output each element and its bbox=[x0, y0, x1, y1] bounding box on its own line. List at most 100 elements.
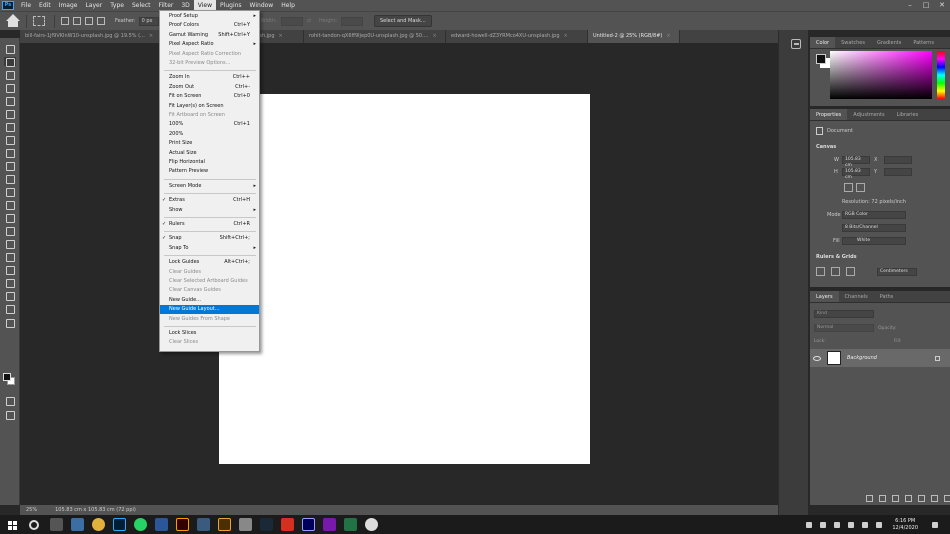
color-picker-field[interactable] bbox=[830, 51, 932, 99]
tab-gradients[interactable]: Gradients bbox=[871, 37, 907, 48]
layer-row[interactable]: Background bbox=[810, 349, 950, 367]
frame-tool-icon[interactable] bbox=[4, 109, 16, 119]
task-view-icon[interactable] bbox=[50, 518, 63, 531]
ruler-icon[interactable] bbox=[816, 267, 825, 276]
marquee-tool-icon[interactable] bbox=[33, 16, 45, 26]
view-menu-item-proof-colors[interactable]: Proof Colors Ctrl+Y bbox=[160, 21, 259, 30]
clock[interactable]: 6:16 PM 12/4/2020 bbox=[892, 518, 918, 532]
new-layer-icon[interactable] bbox=[931, 495, 938, 502]
mode-select[interactable]: RGB Color bbox=[842, 211, 906, 219]
excel-icon[interactable] bbox=[344, 518, 357, 531]
close-icon[interactable]: ✕ bbox=[934, 0, 950, 11]
feather-input[interactable]: 0 px bbox=[138, 16, 159, 26]
document-tab[interactable]: rohit-tandon-qX6ff9Ijep0U-unsplash.jpg @… bbox=[304, 30, 446, 43]
view-menu-item-rulers[interactable]: Rulers Ctrl+R ✓ bbox=[160, 220, 259, 229]
layer-filter-input[interactable]: Kind bbox=[814, 310, 874, 318]
acrobat-icon[interactable] bbox=[281, 518, 294, 531]
view-menu-item-snap-to[interactable]: Snap To ▸ bbox=[160, 244, 259, 253]
hue-slider[interactable] bbox=[937, 51, 945, 99]
notification-icon[interactable] bbox=[932, 521, 938, 528]
history-panel-icon[interactable] bbox=[791, 39, 801, 49]
photos-app-icon[interactable] bbox=[197, 518, 210, 531]
chevron-up-icon[interactable] bbox=[834, 521, 841, 528]
subtract-selection-icon[interactable] bbox=[85, 17, 93, 25]
app-icon[interactable] bbox=[365, 518, 378, 531]
view-menu-item-new-guide-layout[interactable]: New Guide Layout... bbox=[160, 305, 259, 315]
view-menu-item-gamut-warning[interactable]: Gamut Warning Shift+Ctrl+Y bbox=[160, 31, 259, 40]
swap-icon[interactable]: ⇄ bbox=[307, 18, 311, 24]
height-input[interactable] bbox=[341, 16, 364, 26]
adjustment-icon[interactable] bbox=[905, 495, 912, 502]
photoshop-icon[interactable] bbox=[113, 518, 126, 531]
crop-tool-icon[interactable] bbox=[4, 96, 16, 106]
home-icon[interactable] bbox=[6, 14, 20, 28]
search-icon[interactable] bbox=[29, 519, 39, 530]
view-menu-item-actual-size[interactable]: Actual Size bbox=[160, 149, 259, 158]
steam-icon[interactable] bbox=[260, 518, 273, 531]
canvas-area[interactable] bbox=[20, 43, 778, 505]
close-icon[interactable]: × bbox=[666, 33, 670, 39]
lock-icon[interactable] bbox=[935, 355, 940, 361]
add-selection-icon[interactable] bbox=[73, 17, 81, 25]
bit-depth-select[interactable]: 8 Bits/Channel bbox=[842, 224, 906, 232]
minimize-icon[interactable]: – bbox=[902, 0, 918, 11]
tray-app-icon[interactable] bbox=[806, 521, 813, 528]
view-menu-item-pattern-preview[interactable]: Pattern Preview bbox=[160, 167, 259, 176]
photoshop-logo-icon[interactable]: Ps bbox=[2, 1, 14, 10]
new-selection-icon[interactable] bbox=[61, 17, 69, 25]
rulers-grids-section-label[interactable]: Rulers & Grids bbox=[816, 254, 857, 260]
network-icon[interactable] bbox=[862, 521, 869, 528]
volume-icon[interactable] bbox=[876, 521, 883, 528]
screen-mode-icon[interactable] bbox=[4, 410, 16, 420]
view-menu-item-lock-guides[interactable]: Lock Guides Alt+Ctrl+; bbox=[160, 258, 259, 267]
tab-channels[interactable]: Channels bbox=[839, 291, 874, 302]
after-effects-icon[interactable] bbox=[302, 518, 315, 531]
start-button[interactable] bbox=[0, 515, 22, 534]
canvas-y-input[interactable] bbox=[884, 168, 912, 176]
view-menu-item-lock-slices[interactable]: Lock Slices bbox=[160, 329, 259, 338]
chrome-icon[interactable] bbox=[92, 518, 105, 531]
eyedropper-tool-icon[interactable] bbox=[4, 122, 16, 132]
view-menu-item-100[interactable]: 100% Ctrl+1 bbox=[160, 120, 259, 129]
folder-icon[interactable] bbox=[918, 495, 925, 502]
tab-color[interactable]: Color bbox=[810, 37, 836, 48]
zoom-tool-icon[interactable] bbox=[4, 304, 16, 314]
view-menu-item-fit-on-screen[interactable]: Fit on Screen Ctrl+0 bbox=[160, 92, 259, 101]
calculator-icon[interactable] bbox=[239, 518, 252, 531]
document-tab[interactable]: bill-fairs-1jf9VKInW10-unsplash.jpg @ 19… bbox=[20, 30, 162, 43]
view-menu-item-snap[interactable]: Snap Shift+Ctrl+; ✓ bbox=[160, 234, 259, 243]
eraser-tool-icon[interactable] bbox=[4, 187, 16, 197]
bridge-icon[interactable] bbox=[218, 518, 231, 531]
menu-select[interactable]: Select bbox=[128, 0, 155, 11]
menu-edit[interactable]: Edit bbox=[35, 0, 55, 11]
rectangle-tool-icon[interactable] bbox=[4, 278, 16, 288]
menu-file[interactable]: File bbox=[17, 0, 35, 11]
tab-properties[interactable]: Properties bbox=[810, 109, 848, 120]
view-menu-item-zoom-out[interactable]: Zoom Out Ctrl+- bbox=[160, 83, 259, 92]
guides-icon[interactable] bbox=[846, 267, 855, 276]
mask-icon[interactable] bbox=[892, 495, 899, 502]
trash-icon[interactable] bbox=[944, 495, 950, 502]
whatsapp-icon[interactable] bbox=[134, 518, 147, 531]
quick-mask-icon[interactable] bbox=[4, 396, 16, 406]
foreground-swatch[interactable] bbox=[816, 54, 826, 64]
lasso-tool-icon[interactable] bbox=[4, 70, 16, 80]
hand-tool-icon[interactable] bbox=[4, 291, 16, 301]
document-canvas[interactable] bbox=[219, 94, 590, 464]
quick-select-tool-icon[interactable] bbox=[4, 83, 16, 93]
photos-icon[interactable] bbox=[71, 518, 84, 531]
view-menu-item-show[interactable]: Show ▸ bbox=[160, 206, 259, 215]
word-icon[interactable] bbox=[155, 518, 168, 531]
dodge-tool-icon[interactable] bbox=[4, 226, 16, 236]
menu-image[interactable]: Image bbox=[55, 0, 82, 11]
close-icon[interactable]: × bbox=[564, 33, 568, 39]
move-tool-icon[interactable] bbox=[4, 44, 16, 54]
tray-app-icon[interactable] bbox=[820, 521, 827, 528]
illustrator-icon[interactable] bbox=[176, 518, 189, 531]
blur-tool-icon[interactable] bbox=[4, 213, 16, 223]
history-brush-tool-icon[interactable] bbox=[4, 174, 16, 184]
onenote-icon[interactable] bbox=[323, 518, 336, 531]
view-menu-item-extras[interactable]: Extras Ctrl+H ✓ bbox=[160, 196, 259, 205]
menu-help[interactable]: Help bbox=[277, 0, 299, 11]
grid-icon[interactable] bbox=[831, 267, 840, 276]
